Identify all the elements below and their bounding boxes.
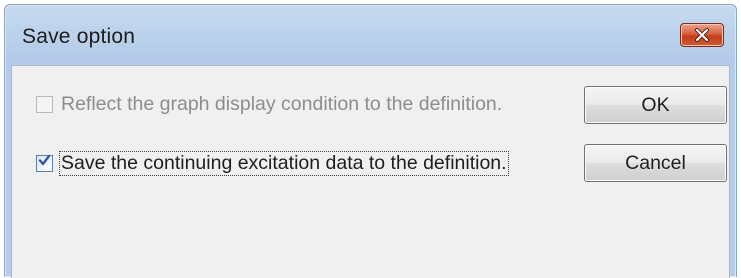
dialog-body: Reflect the graph display condition to t… xyxy=(11,65,730,278)
save-option-dialog: Save option Reflect the graph display co… xyxy=(4,4,737,278)
save-excitation-checkbox[interactable] xyxy=(36,154,53,172)
close-icon xyxy=(694,28,710,42)
checkmark-icon xyxy=(38,154,51,172)
reflect-graph-label: Reflect the graph display condition to t… xyxy=(61,92,503,115)
save-excitation-label: Save the continuing excitation data to t… xyxy=(59,150,509,176)
ok-button[interactable]: OK xyxy=(584,86,727,124)
reflect-graph-checkbox[interactable] xyxy=(36,95,53,113)
reflect-graph-option[interactable]: Reflect the graph display condition to t… xyxy=(36,89,504,119)
dialog-title: Save option xyxy=(22,25,136,48)
title-bar[interactable]: Save option xyxy=(5,5,736,65)
cancel-button[interactable]: Cancel xyxy=(584,144,727,182)
save-excitation-option[interactable]: Save the continuing excitation data to t… xyxy=(36,148,509,178)
close-button[interactable] xyxy=(680,23,724,47)
